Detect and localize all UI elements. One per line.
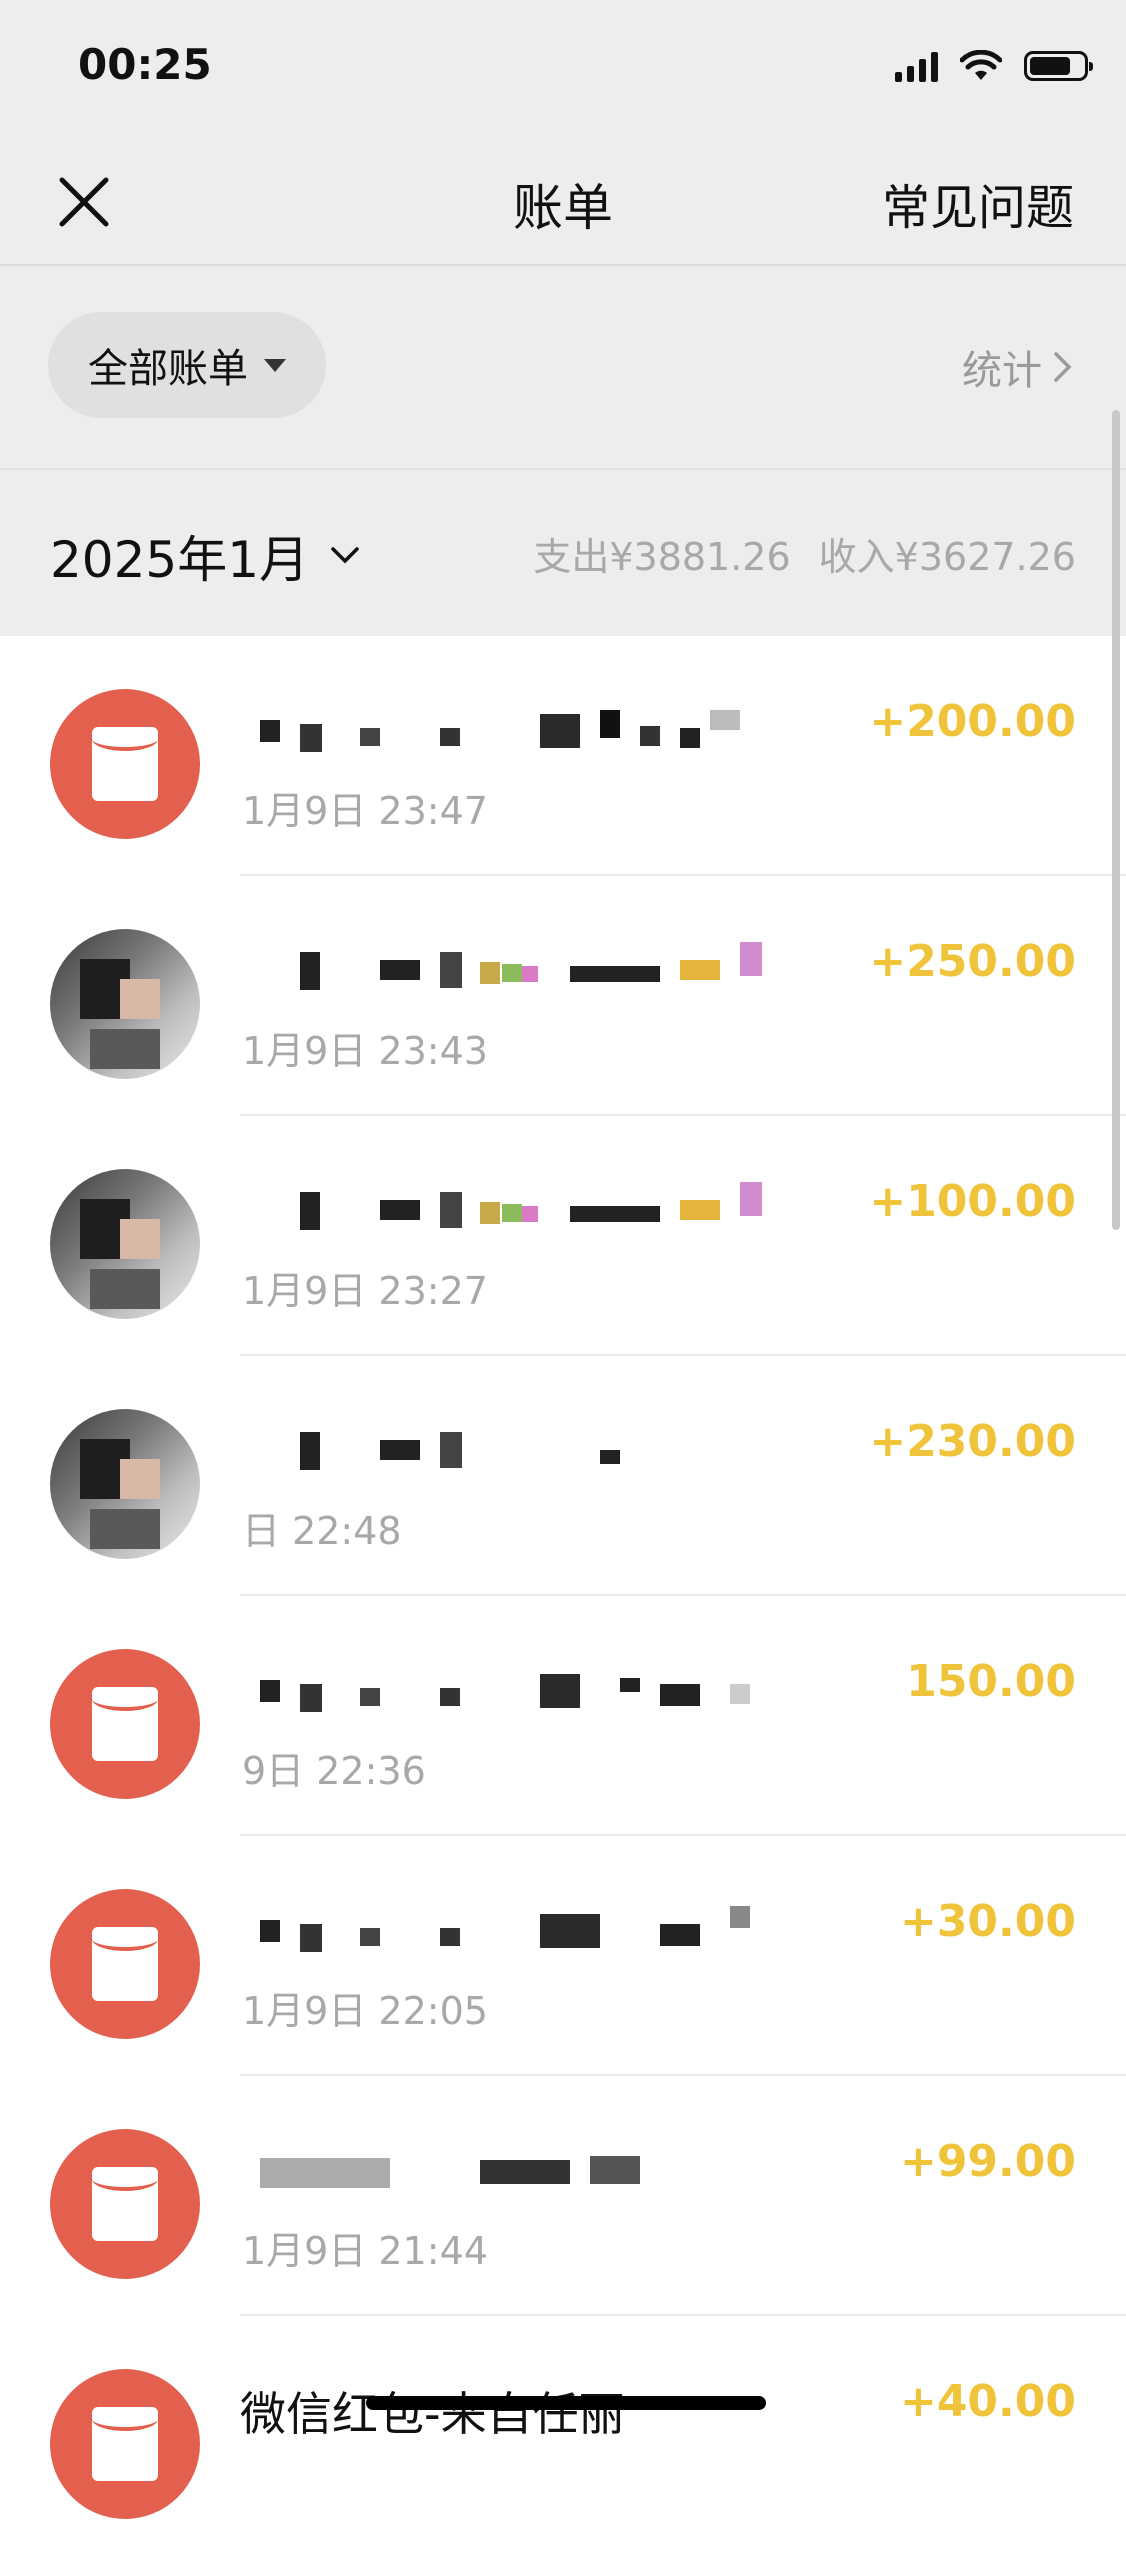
transaction-row[interactable]: 1月9日 21:44 +99.00 — [0, 2076, 1126, 2316]
battery-icon — [1024, 51, 1093, 81]
red-packet-icon — [50, 2369, 200, 2519]
transaction-title — [240, 1898, 860, 1956]
caret-down-icon — [264, 358, 286, 372]
transaction-title — [240, 1418, 860, 1476]
chevron-right-icon — [1054, 352, 1072, 382]
transaction-row[interactable]: 9日 22:36 150.00 — [0, 1596, 1126, 1836]
month-picker[interactable]: 2025年1月 — [50, 520, 361, 592]
transaction-title — [240, 1178, 860, 1236]
status-time: 00:25 — [78, 40, 212, 89]
month-totals: 支出¥3881.26 收入¥3627.26 — [533, 526, 1076, 581]
transaction-title — [240, 698, 860, 756]
statistics-link[interactable]: 统计 — [962, 338, 1074, 396]
red-packet-icon — [50, 1649, 200, 1799]
bill-type-filter-button[interactable]: 全部账单 — [48, 312, 326, 418]
transaction-time: 1月9日 21:44 — [242, 2229, 488, 2273]
expense-total: 支出¥3881.26 — [533, 535, 791, 579]
transaction-amount: +99.00 — [899, 2136, 1076, 2187]
transaction-row[interactable]: 1月9日 23:27 +100.00 — [0, 1116, 1126, 1356]
statistics-label: 统计 — [962, 348, 1042, 394]
nav-bar: 账单 常见问题 — [0, 140, 1126, 264]
user-avatar — [50, 1169, 200, 1319]
transaction-amount: +200.00 — [869, 696, 1076, 747]
transaction-title — [240, 1658, 860, 1716]
transaction-amount: +250.00 — [869, 936, 1076, 987]
transaction-amount: +40.00 — [899, 2376, 1076, 2427]
faq-link[interactable]: 常见问题 — [882, 168, 1074, 238]
status-icons — [895, 46, 1093, 86]
month-summary-row: 2025年1月 支出¥3881.26 收入¥3627.26 — [0, 470, 1126, 636]
chevron-down-icon — [331, 547, 359, 564]
header-divider — [0, 264, 1126, 266]
red-packet-icon — [50, 2129, 200, 2279]
home-indicator[interactable] — [366, 2396, 766, 2410]
scrollbar[interactable] — [1112, 410, 1120, 1230]
transaction-time: 1月9日 23:47 — [242, 789, 488, 833]
wifi-icon — [960, 50, 1002, 80]
transaction-list: 1月9日 23:47 +200.00 1月9日 23:43 +250.00 1月… — [0, 636, 1126, 2556]
transaction-amount: +100.00 — [869, 1176, 1076, 1227]
transaction-amount: 150.00 — [906, 1656, 1076, 1707]
income-total: 收入¥3627.26 — [818, 535, 1076, 579]
transaction-time: 1月9日 23:43 — [242, 1029, 488, 1073]
red-packet-icon — [50, 1889, 200, 2039]
transaction-time: 9日 22:36 — [242, 1749, 426, 1793]
transaction-amount: +30.00 — [899, 1896, 1076, 1947]
transaction-row[interactable]: 1月9日 23:43 +250.00 — [0, 876, 1126, 1116]
transaction-amount: +230.00 — [869, 1416, 1076, 1467]
transaction-time: 1月9日 22:05 — [242, 1989, 488, 2033]
red-packet-icon — [50, 689, 200, 839]
transaction-row[interactable]: 日 22:48 +230.00 — [0, 1356, 1126, 1596]
transaction-row[interactable]: 1月9日 22:05 +30.00 — [0, 1836, 1126, 2076]
transaction-time: 日 22:48 — [242, 1509, 402, 1553]
cellular-signal-icon — [895, 50, 938, 82]
transaction-title — [240, 938, 860, 996]
month-label: 2025年1月 — [50, 531, 310, 589]
user-avatar — [50, 1409, 200, 1559]
transaction-row[interactable]: 微信红包-来自任丽 +40.00 — [0, 2316, 1126, 2556]
transaction-time: 1月9日 23:27 — [242, 1269, 488, 1313]
transaction-title — [240, 2138, 860, 2196]
user-avatar — [50, 929, 200, 1079]
filter-label: 全部账单 — [88, 346, 248, 392]
transaction-row[interactable]: 1月9日 23:47 +200.00 — [0, 636, 1126, 876]
